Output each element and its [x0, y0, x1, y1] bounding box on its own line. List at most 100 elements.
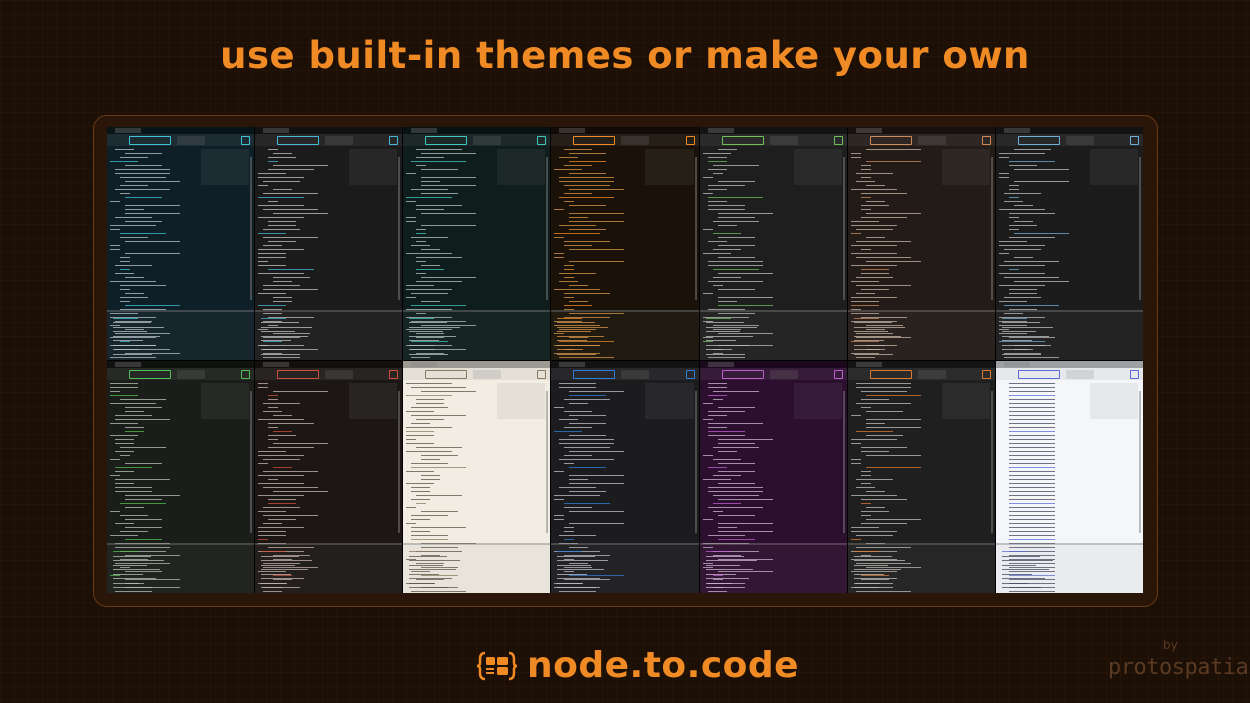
appearance-panel [941, 149, 990, 185]
code-line [564, 193, 593, 195]
appearance-panel [645, 382, 694, 419]
code-line [564, 185, 611, 187]
code-line [125, 209, 144, 211]
window-tab [855, 128, 882, 133]
code-line [865, 418, 921, 420]
code-line [717, 297, 773, 299]
code-line [1008, 213, 1055, 215]
code-line [120, 261, 130, 263]
code-line [263, 285, 301, 287]
code-line [268, 498, 297, 500]
code-line [1008, 474, 1055, 476]
code-line [855, 277, 893, 279]
code-line [702, 402, 713, 404]
code-line [406, 506, 417, 508]
code-line [707, 157, 727, 159]
notes-line [557, 322, 596, 324]
notes-line [409, 551, 435, 553]
code-line [1003, 297, 1041, 299]
notes-line [705, 322, 744, 324]
code-line [120, 157, 148, 159]
notes-line [113, 582, 139, 584]
code-line [554, 406, 565, 408]
code-line [1008, 518, 1055, 520]
code-line [707, 261, 763, 263]
window-tab [707, 361, 734, 367]
code-line [569, 189, 625, 191]
code-line [120, 289, 130, 291]
notes-line [409, 335, 457, 337]
code-line [850, 245, 897, 247]
notes-line [853, 551, 879, 553]
code-line [411, 414, 467, 416]
window-tab [115, 128, 141, 133]
code-line [712, 502, 741, 504]
code-line [717, 514, 755, 516]
code-line [268, 438, 279, 440]
code-line [860, 177, 871, 179]
code-line [569, 301, 589, 303]
code-editor [258, 149, 346, 359]
code-line [411, 490, 431, 492]
code-line [1003, 201, 1023, 203]
toolbar [847, 134, 995, 146]
code-line [421, 474, 441, 476]
notes-line [113, 560, 164, 562]
scrollbar [694, 157, 697, 300]
notes-line [409, 587, 449, 589]
code-line [559, 225, 597, 227]
code-line [258, 534, 287, 536]
code-line [702, 253, 731, 255]
code-line [865, 394, 921, 396]
code-line [1008, 482, 1055, 484]
toolbar [847, 367, 995, 380]
code-line [263, 402, 301, 404]
code-line [860, 197, 871, 199]
file-selector [1017, 136, 1060, 145]
code-line [707, 201, 727, 203]
scrollbar [546, 390, 549, 533]
notes-line [705, 331, 740, 333]
notes-line [853, 587, 893, 589]
scrollbar [250, 157, 253, 300]
title-bar [699, 127, 847, 134]
code-line [717, 470, 755, 472]
notes-line [409, 555, 448, 557]
secondary-selector [769, 136, 798, 145]
toolbar [995, 134, 1143, 146]
notes-line [1001, 569, 1049, 571]
code-line [125, 498, 162, 500]
code-line [110, 390, 120, 392]
code-line [712, 510, 723, 512]
code-line [1003, 277, 1059, 279]
code-line [860, 249, 871, 251]
code-line [411, 386, 467, 388]
code-line [855, 534, 893, 536]
appearance-panel [349, 149, 398, 185]
title-bar [699, 360, 847, 368]
window-tab [559, 361, 586, 367]
code-line [406, 450, 453, 452]
code-line [564, 297, 575, 299]
code-line [707, 466, 727, 468]
code-line [416, 149, 463, 151]
code-line [860, 498, 907, 500]
notes-line [409, 573, 440, 575]
code-line [855, 478, 893, 480]
window-tab [263, 128, 290, 133]
code-line [110, 229, 120, 231]
code-line [406, 426, 453, 428]
code-line [998, 245, 1045, 247]
code-line [569, 522, 625, 524]
window-tab [855, 361, 882, 367]
code-line [707, 506, 763, 508]
theme-preview [551, 127, 699, 360]
code-line [416, 165, 427, 167]
secondary-selector [473, 369, 502, 379]
code-line [1008, 466, 1055, 468]
code-line [258, 510, 287, 512]
code-line [263, 237, 319, 239]
code-line [406, 410, 435, 412]
code-line [411, 293, 449, 295]
notes-line [557, 582, 584, 584]
